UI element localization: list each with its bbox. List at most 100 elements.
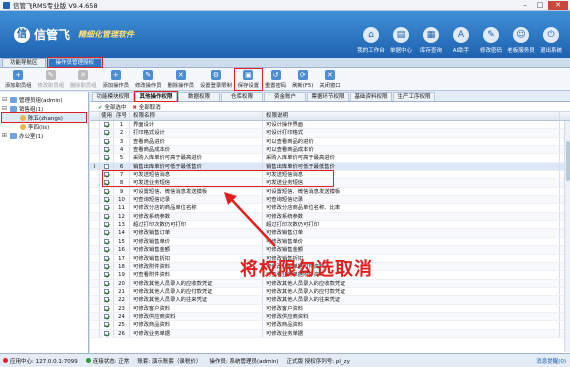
permission-tab[interactable]: 其他操作权限 — [134, 91, 178, 102]
use-cell[interactable] — [100, 321, 114, 329]
table-row[interactable]: 22 可修改其他人员录入的往来凭证 可修改其他人员录入的往来凭证 — [90, 296, 570, 305]
use-cell[interactable] — [100, 129, 114, 137]
permission-tab[interactable]: 基础资料权限 — [350, 92, 392, 101]
use-cell[interactable] — [100, 287, 114, 296]
top-button[interactable]: ⏻ 退出系统 — [536, 11, 566, 58]
toolbar-button[interactable]: ✕ 删除职员组 — [67, 69, 100, 90]
use-cell[interactable] — [100, 304, 114, 312]
use-cell[interactable] — [100, 254, 114, 262]
scroll-thumb[interactable] — [566, 141, 570, 181]
vertical-scrollbar[interactable] — [564, 121, 570, 352]
use-cell[interactable] — [100, 146, 114, 154]
top-button[interactable]: ▤ 单据中心 — [386, 11, 416, 58]
use-checkbox[interactable] — [104, 255, 109, 261]
use-cell[interactable] — [100, 246, 114, 254]
use-checkbox[interactable] — [104, 280, 109, 286]
nav-tab[interactable]: 操作员管理授权 — [46, 57, 104, 68]
table-row[interactable]: 5 采购入库单价可高于最高进价 采购入库单价可高于最高进价 — [90, 154, 570, 163]
use-checkbox[interactable] — [104, 288, 109, 294]
toolbar-button[interactable]: ✕ 删除操作员 — [165, 69, 198, 90]
toolbar-button[interactable]: ↺ 重置密码 — [262, 69, 289, 90]
use-checkbox[interactable] — [104, 122, 109, 127]
use-cell[interactable] — [100, 229, 114, 237]
use-cell[interactable] — [100, 212, 114, 221]
permission-tab[interactable]: 票据环节权限 — [307, 92, 349, 101]
tree-toggle-icon[interactable]: ⊟ — [2, 96, 8, 103]
table-row[interactable]: 21 可修改其他人员录入的应付款凭证 可修改其他人员录入的应付款凭证 — [90, 287, 570, 297]
close-button[interactable]: ✕ — [548, 1, 568, 10]
use-checkbox[interactable] — [104, 305, 109, 311]
minimize-button[interactable]: – — [518, 1, 532, 10]
use-cell[interactable] — [100, 312, 114, 321]
use-checkbox[interactable] — [104, 247, 109, 253]
tree-node[interactable]: 李四(lis) — [2, 122, 86, 131]
use-cell[interactable] — [100, 279, 114, 287]
use-checkbox[interactable] — [104, 222, 109, 228]
table-row[interactable]: 15 可修改销售单价 可修改销售单价 — [90, 237, 570, 247]
tree-node[interactable]: 陈五(zhangs) — [1, 112, 87, 123]
tree-node[interactable]: ⊟ 管理员组(admin) — [2, 95, 86, 104]
table-row[interactable]: 25 可修改商品资料 可修改商品资料 — [90, 321, 570, 330]
top-button[interactable]: ✎ 修改密码 — [476, 11, 506, 58]
use-checkbox[interactable] — [104, 130, 109, 136]
use-checkbox[interactable] — [104, 213, 109, 219]
use-checkbox[interactable] — [104, 313, 109, 319]
permission-tab[interactable]: 数据权限 — [178, 92, 220, 101]
use-checkbox[interactable] — [104, 163, 109, 169]
table-row[interactable]: 4 查看商品成本价 可以查看商品成本价 — [90, 146, 570, 155]
use-checkbox[interactable] — [104, 322, 109, 328]
use-checkbox[interactable] — [104, 155, 109, 161]
use-checkbox[interactable] — [104, 205, 109, 211]
tree-toggle-icon[interactable]: ⊟ — [2, 105, 8, 112]
use-checkbox[interactable] — [104, 238, 109, 244]
table-row[interactable]: 11 可修改分店的商品单位名称 可修改分店商品单位名称、比率 — [90, 204, 570, 213]
use-cell[interactable] — [100, 137, 114, 146]
tree-node[interactable]: ⊞ 办公室(1) — [2, 131, 86, 140]
use-cell[interactable] — [100, 204, 114, 212]
table-row[interactable]: 16 可修改销售金额 可修改销售金额 — [90, 246, 570, 255]
permission-tab[interactable]: 资金账户 — [264, 92, 306, 101]
use-cell[interactable] — [100, 271, 114, 279]
table-row[interactable]: 12 可修改系统参数 可修改系统参数 — [90, 212, 570, 222]
toolbar-button[interactable]: ⚙ 设置登录限制 — [197, 69, 235, 90]
table-row[interactable]: 13 超过打印次数仍可打印 超过打印次数仍可打印 — [90, 221, 570, 230]
table-row[interactable]: 26 可修改业务单据 可修改业务单据 — [90, 329, 570, 338]
top-button[interactable]: A AI助手 — [446, 11, 476, 58]
use-cell[interactable] — [100, 154, 114, 162]
nav-tab[interactable]: 功能导航区 — [2, 58, 46, 67]
message-link[interactable]: 消息提醒(0) — [536, 357, 566, 365]
table-row[interactable]: 23 可修改客户资料 可修改客户资料 — [90, 304, 570, 313]
use-checkbox[interactable] — [104, 297, 109, 303]
table-row[interactable]: 14 可修改销售订单 可修改销售订单 — [90, 229, 570, 238]
tree-node[interactable]: ⊟ 销售组(1) — [2, 104, 86, 113]
table-row[interactable]: 24 可修改供应商资料 可修改供应商资料 — [90, 312, 570, 322]
top-button[interactable]: ☺ 老板服务员 — [506, 11, 536, 58]
table-row[interactable]: 9 可设置短信、微信消息发送模板 可设置短信、微信消息发送模板 — [90, 187, 570, 197]
top-button[interactable]: ⌂ 我的工作台 — [356, 11, 386, 58]
tree-toggle-icon[interactable]: ⊞ — [2, 132, 8, 139]
use-checkbox[interactable] — [104, 330, 109, 336]
top-button[interactable]: ▦ 库存查询 — [416, 11, 446, 58]
use-checkbox[interactable] — [104, 230, 109, 236]
use-cell[interactable] — [100, 237, 114, 246]
use-checkbox[interactable] — [104, 197, 109, 203]
use-checkbox[interactable] — [104, 263, 109, 269]
select-all-link[interactable]: ✔ 全部选中 — [98, 103, 126, 111]
use-cell[interactable] — [100, 296, 114, 304]
use-checkbox[interactable] — [104, 138, 109, 144]
use-cell[interactable] — [100, 187, 114, 196]
use-cell[interactable] — [100, 121, 114, 129]
use-cell[interactable] — [100, 329, 114, 337]
table-row[interactable]: 10 可查询短信记录 可查询短信记录 — [90, 196, 570, 205]
maximize-button[interactable]: □ — [533, 1, 547, 10]
toolbar-button[interactable]: + 添加职员组 — [2, 69, 35, 90]
use-cell[interactable] — [100, 262, 114, 271]
use-checkbox[interactable] — [104, 147, 109, 153]
permission-tab[interactable]: 生产工序权限 — [393, 92, 435, 101]
toolbar-button[interactable]: ✕ 关闭窗口 — [316, 69, 343, 90]
permission-tab[interactable]: 仓库权限 — [221, 92, 263, 101]
table-row[interactable]: 3 查看商品进价 可以查看商品的进价 — [90, 137, 570, 147]
table-row[interactable]: 1 界面设计 可设计操作界面 — [90, 121, 570, 130]
toolbar-button[interactable]: ▣ 保存设置 — [233, 67, 264, 91]
use-checkbox[interactable] — [104, 188, 109, 194]
